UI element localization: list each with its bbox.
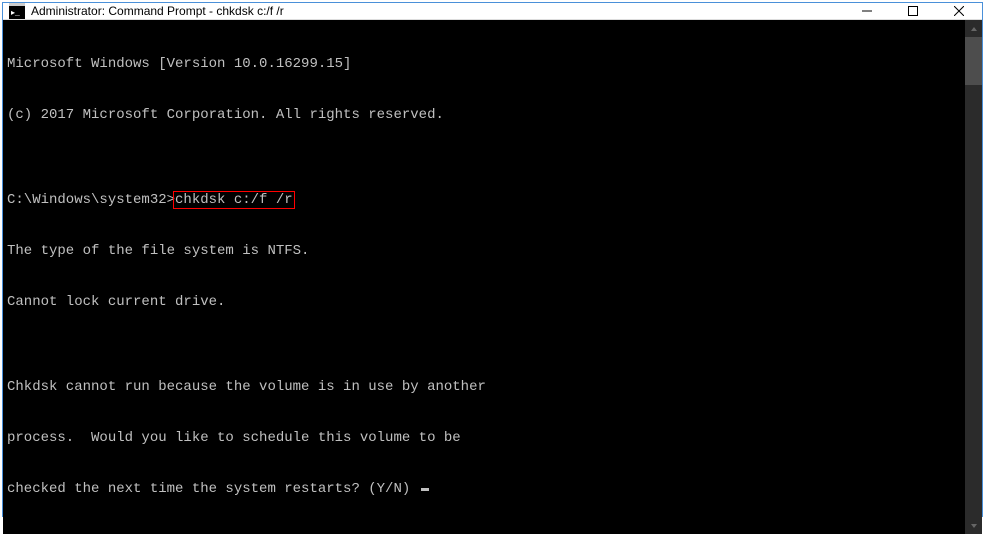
cursor [421, 488, 429, 491]
svg-text:▸_: ▸_ [11, 9, 20, 18]
window-title: Administrator: Command Prompt - chkdsk c… [31, 4, 844, 18]
window-controls [844, 3, 982, 19]
terminal-line: (c) 2017 Microsoft Corporation. All righ… [7, 107, 961, 124]
command-prompt-window: ▸_ Administrator: Command Prompt - chkds… [2, 2, 983, 517]
highlighted-command: chkdsk c:/f /r [173, 191, 295, 209]
terminal-line: The type of the file system is NTFS. [7, 243, 961, 260]
terminal-line: C:\Windows\system32>chkdsk c:/f /r [7, 192, 961, 209]
terminal-content[interactable]: Microsoft Windows [Version 10.0.16299.15… [3, 20, 965, 534]
close-button[interactable] [936, 3, 982, 19]
prompt: C:\Windows\system32> [7, 192, 175, 208]
scroll-down-arrow-icon[interactable] [965, 517, 982, 534]
cmd-icon: ▸_ [9, 3, 25, 19]
vertical-scrollbar[interactable] [965, 20, 982, 534]
terminal-area: Microsoft Windows [Version 10.0.16299.15… [3, 20, 982, 534]
scroll-up-arrow-icon[interactable] [965, 20, 982, 37]
terminal-line: Chkdsk cannot run because the volume is … [7, 379, 961, 396]
minimize-button[interactable] [844, 3, 890, 19]
terminal-line: Cannot lock current drive. [7, 294, 961, 311]
scrollbar-thumb[interactable] [965, 37, 982, 85]
terminal-line: Microsoft Windows [Version 10.0.16299.15… [7, 56, 961, 73]
maximize-button[interactable] [890, 3, 936, 19]
titlebar[interactable]: ▸_ Administrator: Command Prompt - chkds… [3, 3, 982, 20]
terminal-line: process. Would you like to schedule this… [7, 430, 961, 447]
terminal-line: checked the next time the system restart… [7, 481, 961, 498]
